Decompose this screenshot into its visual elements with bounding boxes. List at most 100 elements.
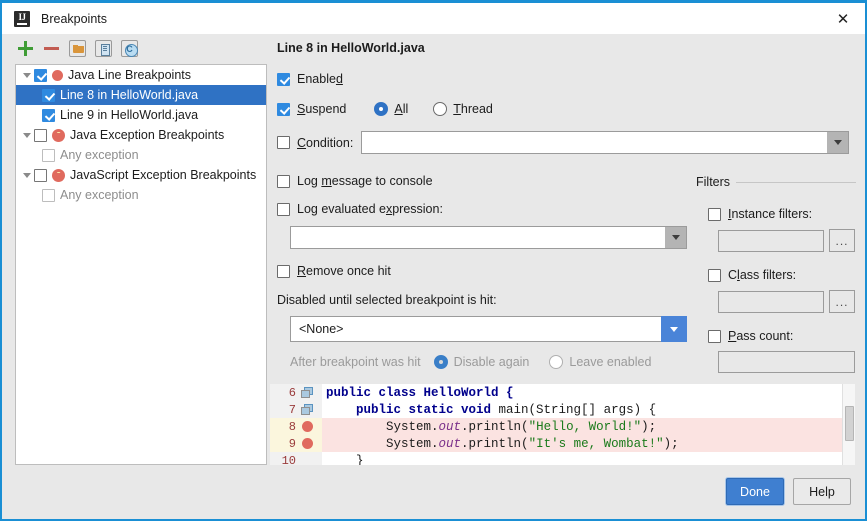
line-number: 10 [281,453,296,466]
suspend-checkbox[interactable] [277,102,290,116]
log-expression-label: Log evaluated expression: [297,202,443,216]
code-preview[interactable]: 6 public class HelloWorld { 7 public sta… [270,384,855,465]
remove-once-hit-checkbox[interactable] [277,264,290,278]
title-bar: Breakpoints ✕ [2,3,865,34]
line-number: 9 [288,436,296,451]
enabled-label: Enabled [297,72,343,86]
disabled-until-value[interactable]: <None> [290,316,661,342]
tree-item-line-8[interactable]: Line 8 in HelloWorld.java [16,85,266,105]
help-button[interactable]: Help [793,478,851,505]
disable-again-radio[interactable] [433,355,448,369]
disabled-until-combo[interactable]: <None> [290,316,687,342]
remove-breakpoint-icon[interactable] [43,40,60,57]
tree-item-label: Line 9 in HelloWorld.java [60,108,199,122]
tree-item-checkbox[interactable] [42,108,55,122]
tree-item-checkbox[interactable] [42,188,55,202]
window-title: Breakpoints [41,11,108,26]
tree-item-checkbox[interactable] [34,68,47,82]
pass-count-input-row [718,351,856,373]
tree-item-javascript-exception-breakpoints[interactable]: JavaScript Exception Breakpoints [16,165,266,185]
leave-enabled-label: Leave enabled [569,355,652,369]
log-expression-combo[interactable] [290,226,687,249]
enabled-row: Enabled [277,72,857,86]
implementing-method-icon[interactable] [296,404,318,415]
class-filters-input-row: ... [718,290,856,313]
chevron-down-icon[interactable] [20,133,34,138]
group-by-class-icon[interactable] [121,40,138,57]
enabled-checkbox[interactable] [277,72,290,86]
done-button[interactable]: Done [726,478,784,505]
leave-enabled-radio[interactable] [549,355,564,369]
log-message-checkbox[interactable] [277,174,290,188]
log-expression-dropdown-button[interactable] [665,226,687,249]
suspend-thread-label: Thread [453,102,493,116]
close-icon[interactable]: ✕ [821,3,865,34]
filters-legend-label: Filters [696,175,731,189]
tree-item-checkbox[interactable] [42,148,55,162]
code-line: 6 public class HelloWorld { [270,384,855,401]
class-filters-label: Class filters: [728,268,797,282]
suspend-thread-radio[interactable] [433,102,448,116]
add-breakpoint-icon[interactable] [17,40,34,57]
tree-item-checkbox[interactable] [34,128,47,142]
suspend-all-radio[interactable] [374,102,389,116]
line-number: 6 [288,385,296,400]
log-expression-checkbox[interactable] [277,202,290,216]
log-expression-input[interactable] [290,226,665,249]
tree-item-java-line-breakpoints[interactable]: Java Line Breakpoints [16,65,266,85]
pass-count-label: Pass count: [728,329,794,343]
class-filters-input[interactable] [718,290,824,313]
filters-legend-divider [736,181,856,183]
condition-combo[interactable] [361,131,850,154]
tree-item-label: Any exception [60,188,139,202]
code-gutter[interactable]: 6 [270,384,322,401]
code-gutter[interactable]: 10 [270,452,322,465]
chevron-down-icon [669,326,678,332]
breakpoints-tree[interactable]: Java Line Breakpoints Line 8 in HelloWor… [15,64,267,465]
class-filters-checkbox[interactable] [708,268,721,282]
code-gutter[interactable]: 9 [270,435,322,452]
instance-filters-browse-button[interactable]: ... [829,229,855,252]
code-gutter[interactable]: 7 [270,401,322,418]
pass-count-input[interactable] [718,351,855,373]
tree-item-java-exception-breakpoints[interactable]: Java Exception Breakpoints [16,125,266,145]
instance-filters-input[interactable] [718,229,824,252]
code-scrollbar-thumb[interactable] [845,406,854,441]
pass-count-checkbox[interactable] [708,329,721,343]
code-line: 7 public static void main(String[] args)… [270,401,855,418]
chevron-down-icon[interactable] [20,173,34,178]
exception-breakpoint-icon [52,128,65,142]
tree-item-label: Any exception [60,148,139,162]
instance-filters-checkbox[interactable] [708,207,721,221]
tree-item-line-9[interactable]: Line 9 in HelloWorld.java [16,105,266,125]
code-scrollbar[interactable] [842,384,855,465]
breakpoint-dot-icon[interactable] [296,421,318,432]
code-gutter[interactable]: 8 [270,418,322,435]
instance-filters-label: Instance filters: [728,207,813,221]
breakpoint-dot-icon[interactable] [296,438,318,449]
tree-item-checkbox[interactable] [42,88,55,102]
condition-checkbox[interactable] [277,136,290,149]
instance-filters-input-row: ... [718,229,856,252]
group-by-file-icon[interactable] [95,40,112,57]
class-filters-row: Class filters: [708,268,856,282]
suspend-all-label: All [394,102,409,116]
code-line: 9 System. out .println("It's me, Wombat!")… [270,435,855,452]
chevron-down-icon[interactable] [20,73,34,78]
code-line-text: System. out .println("It's me, Wombat!"); [322,435,855,452]
tree-item-any-exception-java[interactable]: Any exception [16,145,266,165]
implementing-method-icon[interactable] [296,387,318,398]
tree-item-any-exception-js[interactable]: Any exception [16,185,266,205]
tree-item-checkbox[interactable] [34,168,47,182]
class-filters-browse-button[interactable]: ... [829,290,855,313]
breakpoints-dialog: Breakpoints ✕ Java Line Breakpoints Line… [0,0,867,521]
disabled-until-dropdown-button[interactable] [661,316,687,342]
group-by-folder-icon[interactable] [69,40,86,57]
disable-again-label: Disable again [453,355,530,369]
code-line-text: public class HelloWorld { [326,385,514,400]
chevron-down-icon [671,235,680,240]
condition-input[interactable] [361,131,828,154]
exception-breakpoint-icon [52,168,65,182]
tree-item-label: Java Line Breakpoints [68,68,191,82]
condition-dropdown-button[interactable] [827,131,850,154]
